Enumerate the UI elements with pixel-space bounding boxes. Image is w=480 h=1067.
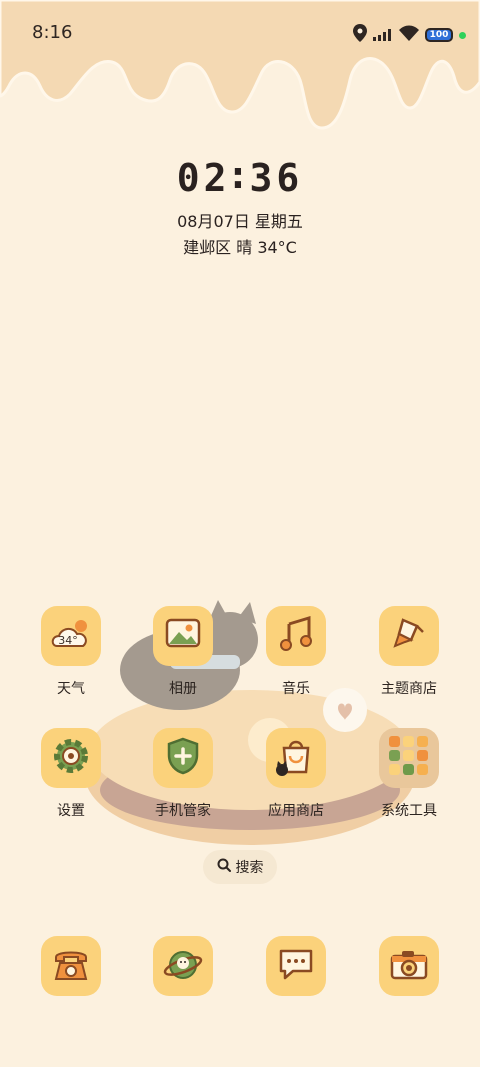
weather-badge: 34° <box>58 634 78 647</box>
app-label-settings: 设置 <box>57 803 85 819</box>
camera-icon <box>389 947 429 985</box>
search-icon <box>217 858 231 876</box>
weather-icon: 34° <box>49 616 93 656</box>
app-label-theme-store: 主题商店 <box>381 681 437 697</box>
location-icon <box>353 24 367 46</box>
dock-phone-app[interactable] <box>41 936 101 996</box>
app-label-app-store: 应用商店 <box>268 803 324 819</box>
signal-icon <box>373 26 393 45</box>
clock-hour: 02 <box>176 156 231 200</box>
dock-messages-app[interactable] <box>266 936 326 996</box>
phone-icon <box>52 947 90 985</box>
battery-icon: 100 <box>425 28 453 42</box>
settings-icon <box>52 737 90 779</box>
status-time: 8:16 <box>32 22 73 43</box>
gallery-app[interactable] <box>153 606 213 666</box>
pancake-cat-illustration <box>85 600 415 845</box>
dock-camera-app[interactable] <box>379 936 439 996</box>
app-store-icon <box>276 736 316 780</box>
app-label-gallery: 相册 <box>169 681 197 697</box>
privacy-dot <box>459 31 466 39</box>
app-label-phone-manager: 手机管家 <box>155 803 211 819</box>
phone-manager-icon <box>166 737 200 779</box>
weather-app[interactable]: 34° <box>41 606 101 666</box>
phone-manager-app[interactable] <box>153 728 213 788</box>
music-app[interactable] <box>266 606 326 666</box>
app-store-app[interactable] <box>266 728 326 788</box>
wifi-icon <box>399 25 419 45</box>
app-label-weather: 天气 <box>57 681 85 697</box>
music-icon <box>279 615 313 656</box>
browser-icon <box>163 945 203 987</box>
clock-date: 08月07日 星期五 <box>177 212 303 231</box>
clock-widget[interactable]: 02:36 <box>0 153 480 200</box>
search-button[interactable]: 搜索 <box>203 850 277 884</box>
status-bar: 8:16 100 <box>0 0 480 66</box>
system-tools-folder[interactable] <box>379 728 439 788</box>
search-label: 搜索 <box>235 860 264 876</box>
messages-icon <box>277 947 315 985</box>
app-label-music: 音乐 <box>282 681 310 697</box>
dock-browser-app[interactable] <box>153 936 213 996</box>
app-label-system-tools: 系统工具 <box>381 803 437 819</box>
settings-app[interactable] <box>41 728 101 788</box>
clock-minute: 36 <box>249 156 304 200</box>
clock-colon: : <box>226 153 254 197</box>
theme-store-app[interactable] <box>379 606 439 666</box>
clock-weather: 建邺区 晴 34°C <box>183 238 297 257</box>
gallery-icon <box>165 618 201 654</box>
theme-store-icon <box>391 616 427 656</box>
system-tools-folder-icon <box>385 732 433 784</box>
